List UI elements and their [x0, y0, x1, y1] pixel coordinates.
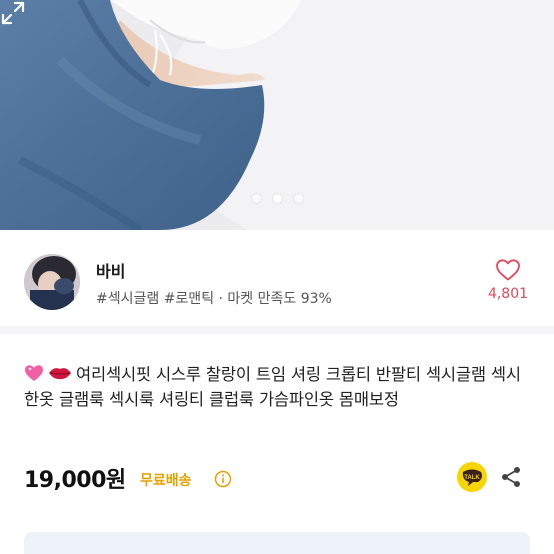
page-indicator	[0, 194, 554, 203]
info-icon[interactable]	[214, 470, 232, 488]
free-shipping-label: 무료배송	[140, 473, 192, 489]
page-dot[interactable]	[251, 194, 261, 203]
page-dot[interactable]	[293, 194, 303, 203]
product-price: 19,000원	[24, 468, 126, 493]
bottom-banner[interactable]	[24, 532, 530, 554]
product-photo[interactable]	[0, 0, 554, 230]
sparkling-heart-emoji	[25, 365, 43, 381]
expand-arrows-icon[interactable]	[0, 0, 26, 26]
kiss-lips-emoji	[49, 368, 71, 380]
heart-outline-icon	[496, 259, 520, 281]
seller-section[interactable]: 바비 #섹시글램 #로맨틱 · 마켓 만족도 93% 4,801	[0, 230, 554, 334]
avatar-image	[24, 254, 80, 310]
kakaotalk-icon[interactable]: TALK	[456, 462, 488, 492]
seller-name[interactable]: 바비	[96, 258, 125, 282]
svg-text:TALK: TALK	[464, 475, 480, 481]
seller-tags: #섹시글램 #로맨틱 · 마켓 만족도 93%	[96, 291, 332, 307]
product-title-text: 여리섹시핏 시스루 찰랑이 트임 셔링 크롭티 반팔티 섹시글램 섹시한옷 글램…	[24, 365, 521, 409]
share-icon[interactable]	[500, 466, 522, 488]
page-dot-active[interactable]	[272, 194, 282, 203]
like-button[interactable]: 4,801	[484, 258, 532, 302]
avatar[interactable]	[24, 254, 80, 310]
product-title: 여리섹시핏 시스루 찰랑이 트임 셔링 크롭티 반팔티 섹시글램 섹시한옷 글램…	[24, 362, 534, 412]
like-count: 4,801	[487, 286, 529, 302]
